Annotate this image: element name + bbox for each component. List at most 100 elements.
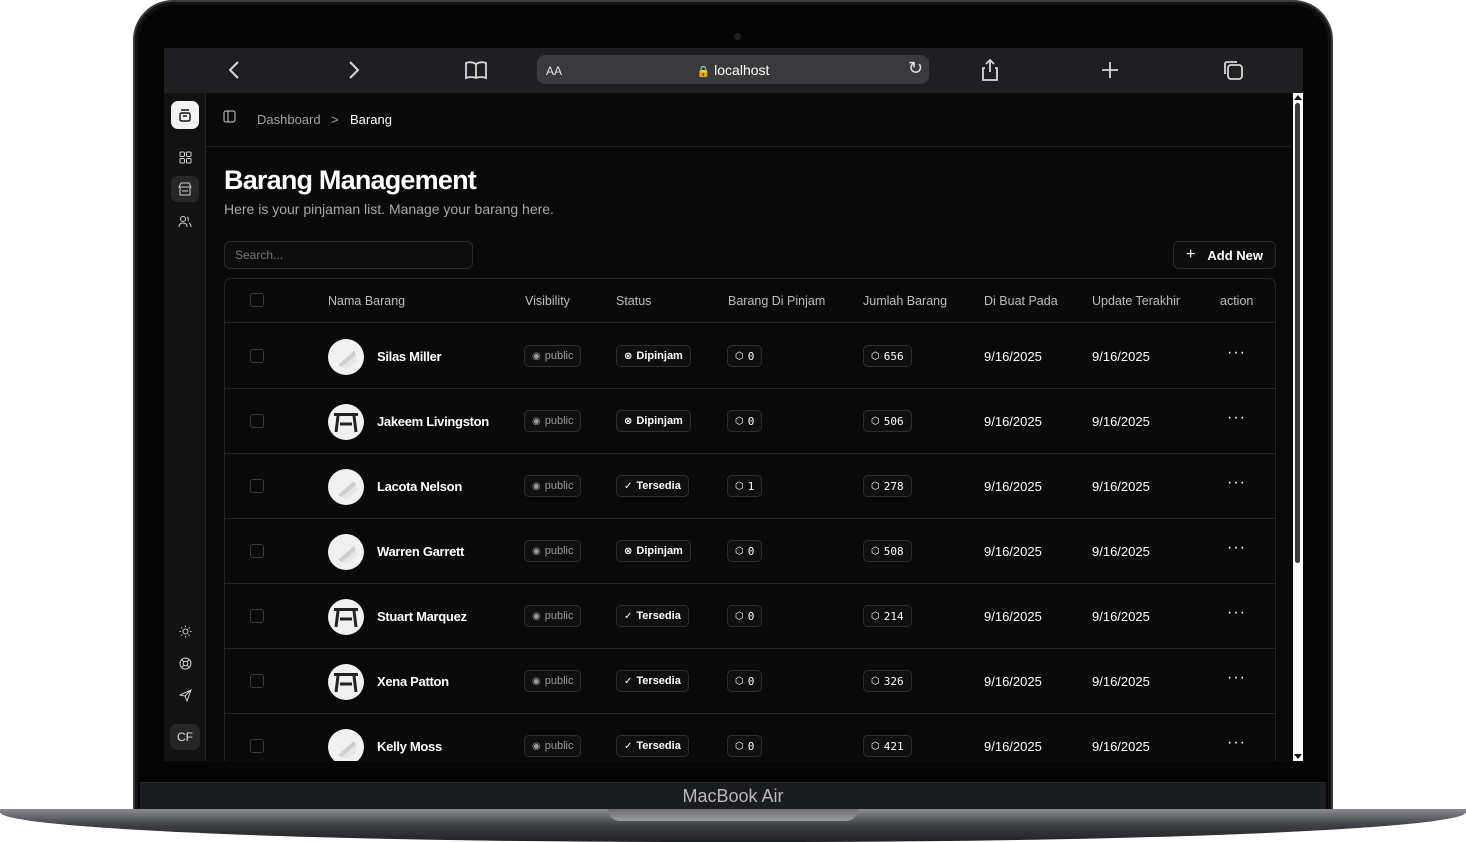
support-icon[interactable] — [171, 650, 199, 676]
row-checkbox[interactable] — [250, 349, 264, 363]
item-name[interactable]: Kelly Moss — [377, 739, 442, 754]
row-checkbox[interactable] — [250, 739, 264, 753]
table-row[interactable]: Xena Patton ◉ public ✓ Tersedia ⬡ 0 ⬡ 326 9/16/20… — [225, 649, 1275, 714]
status-label: Tersedia — [636, 480, 681, 492]
row-actions-menu[interactable]: ··· — [1227, 734, 1246, 752]
breadcrumb-current: Barang — [350, 112, 392, 127]
row-actions-menu[interactable]: ··· — [1227, 344, 1246, 362]
visibility-badge: ◉ public — [524, 410, 582, 432]
table-row[interactable]: Lacota Nelson ◉ public ✓ Tersedia ⬡ 1 ⬡ 278 9/16/… — [225, 454, 1275, 519]
row-checkbox[interactable] — [250, 414, 264, 428]
dashboard-nav-icon[interactable] — [171, 144, 199, 170]
borrowed-count: 0 — [747, 544, 755, 558]
header-jumlah-barang[interactable]: Jumlah Barang — [863, 294, 947, 308]
item-name[interactable]: Xena Patton — [377, 674, 449, 689]
table-row[interactable]: Kelly Moss ◉ public ✓ Tersedia ⬡ 0 ⬡ 421 9/16/202… — [225, 714, 1275, 761]
address-bar[interactable]: AA 🔒 localhost ↻ — [537, 55, 929, 84]
header-action: action — [1220, 294, 1254, 308]
row-checkbox[interactable] — [250, 479, 264, 493]
visibility-label: public — [544, 740, 574, 752]
table-row[interactable]: Warren Garrett ◉ public ⊗ Dipinjam ⬡ 0 ⬡ 508 9/16… — [225, 519, 1275, 584]
created-date: 9/16/2025 — [984, 479, 1042, 494]
search-input[interactable] — [224, 241, 473, 269]
app-logo[interactable] — [171, 101, 199, 129]
status-label: Tersedia — [636, 740, 681, 752]
item-name[interactable]: Warren Garrett — [377, 544, 464, 559]
package-icon: ⬡ — [735, 350, 744, 362]
table-row[interactable]: Stuart Marquez ◉ public ✓ Tersedia ⬡ 0 ⬡ 214 9/16… — [225, 584, 1275, 649]
row-checkbox[interactable] — [250, 544, 264, 558]
updated-date: 9/16/2025 — [1092, 739, 1150, 754]
theme-toggle-icon[interactable] — [171, 618, 199, 644]
row-checkbox[interactable] — [250, 609, 264, 623]
table-row[interactable]: Silas Miller ◉ public ⊗ Dipinjam ⬡ 0 ⬡ 656 9/16/2… — [225, 324, 1275, 389]
back-icon[interactable] — [220, 57, 248, 83]
borrowed-badge: ⬡ 0 — [727, 410, 763, 432]
barang-table: Nama Barang Visibility Status Barang Di … — [224, 278, 1276, 761]
borrowed-count: 0 — [747, 609, 755, 623]
item-name[interactable]: Jakeem Livingston — [377, 414, 489, 429]
scroll-thumb[interactable] — [1295, 103, 1300, 563]
page-scrollbar[interactable] — [1293, 93, 1303, 761]
borrowed-badge: ⬡ 0 — [727, 345, 763, 367]
circle-check-icon: ✓ — [624, 675, 633, 687]
breadcrumb-dashboard[interactable]: Dashboard — [257, 112, 321, 127]
users-nav-icon[interactable] — [171, 208, 199, 234]
item-name[interactable]: Silas Miller — [377, 349, 442, 364]
new-tab-icon[interactable] — [1096, 57, 1124, 83]
row-actions-menu[interactable]: ··· — [1227, 409, 1246, 427]
circle-x-icon: ⊗ — [624, 545, 633, 557]
updated-date: 9/16/2025 — [1092, 414, 1150, 429]
add-new-button[interactable]: + Add New — [1173, 241, 1276, 269]
status-label: Tersedia — [636, 610, 681, 622]
borrowed-badge: ⬡ 1 — [727, 475, 763, 497]
item-name[interactable]: Stuart Marquez — [377, 609, 467, 624]
borrowed-count: 0 — [747, 414, 755, 428]
item-thumbnail — [328, 729, 364, 761]
header-barang-di-pinjam[interactable]: Barang Di Pinjam — [728, 294, 825, 308]
header-nama-barang[interactable]: Nama Barang — [328, 294, 405, 308]
item-name[interactable]: Lacota Nelson — [377, 479, 462, 494]
scroll-down-arrow[interactable] — [1294, 754, 1302, 759]
header-di-buat-pada[interactable]: Di Buat Pada — [984, 294, 1058, 308]
status-badge: ✓ Tersedia — [616, 605, 689, 627]
quantity-badge: ⬡ 326 — [863, 670, 912, 692]
barang-nav-icon[interactable] — [171, 176, 199, 202]
sidebar-toggle-icon[interactable] — [223, 110, 236, 126]
forward-icon[interactable] — [340, 57, 368, 83]
send-feedback-icon[interactable] — [171, 682, 199, 708]
select-all-checkbox[interactable] — [250, 293, 264, 307]
bookmarks-icon[interactable] — [462, 57, 490, 83]
quantity-count: 656 — [883, 349, 904, 363]
url-text: localhost — [714, 62, 770, 78]
package-icon: ⬡ — [871, 610, 880, 622]
table-row[interactable]: Jakeem Livingston ◉ public ⊗ Dipinjam ⬡ 0 ⬡ 506 9… — [225, 389, 1275, 454]
quantity-badge: ⬡ 421 — [863, 735, 912, 757]
share-icon[interactable] — [976, 57, 1004, 83]
row-actions-menu[interactable]: ··· — [1227, 669, 1246, 687]
row-actions-menu[interactable]: ··· — [1227, 604, 1246, 622]
header-update-terakhir[interactable]: Update Terakhir — [1092, 294, 1180, 308]
row-actions-menu[interactable]: ··· — [1227, 539, 1246, 557]
borrowed-badge: ⬡ 0 — [727, 735, 763, 757]
visibility-label: public — [544, 415, 574, 427]
package-icon: ⬡ — [871, 480, 880, 492]
row-actions-menu[interactable]: ··· — [1227, 474, 1246, 492]
quantity-count: 214 — [883, 609, 904, 623]
visibility-label: public — [544, 675, 574, 687]
circle-check-icon: ✓ — [624, 740, 633, 752]
header-visibility[interactable]: Visibility — [525, 294, 570, 308]
scroll-up-arrow[interactable] — [1294, 95, 1302, 100]
row-checkbox[interactable] — [250, 674, 264, 688]
user-avatar[interactable]: CF — [170, 724, 200, 750]
visibility-label: public — [544, 610, 574, 622]
visibility-badge: ◉ public — [524, 735, 582, 757]
tabs-overview-icon[interactable] — [1219, 57, 1247, 83]
app-sidebar: CF — [164, 93, 206, 761]
quantity-badge: ⬡ 656 — [863, 345, 912, 367]
status-label: Dipinjam — [636, 415, 683, 427]
item-thumbnail — [328, 404, 364, 440]
header-status[interactable]: Status — [616, 294, 651, 308]
eye-icon: ◉ — [532, 545, 541, 557]
reload-icon[interactable]: ↻ — [908, 58, 923, 79]
